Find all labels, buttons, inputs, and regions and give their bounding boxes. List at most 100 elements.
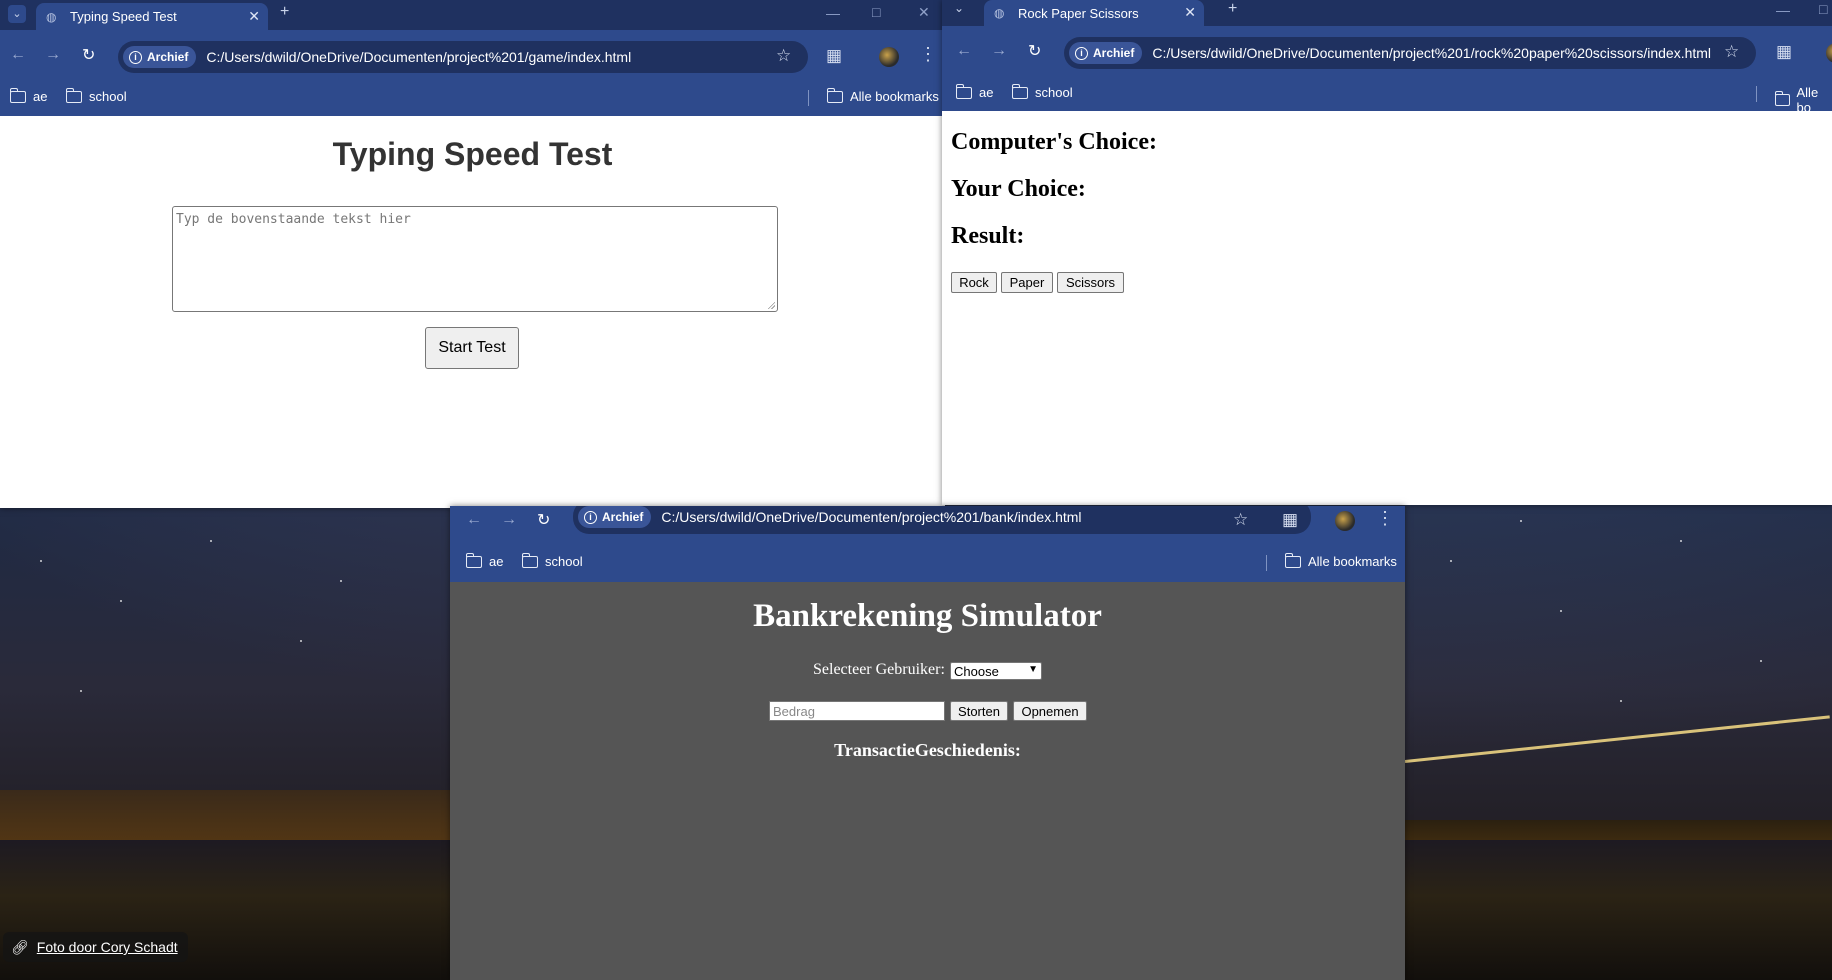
tab-search-icon[interactable]: ⌄ — [8, 5, 26, 23]
extensions-icon[interactable]: ▦ — [1282, 510, 1298, 530]
your-choice-heading: Your Choice: — [951, 176, 1086, 202]
extensions-icon[interactable]: ▦ — [826, 46, 842, 66]
deposit-button[interactable]: Storten — [950, 701, 1008, 721]
forward-icon[interactable]: → — [991, 42, 1007, 60]
forward-icon[interactable]: → — [45, 46, 61, 64]
new-tab-icon[interactable]: + — [1228, 0, 1237, 18]
photo-credit[interactable]: 🔗︎ Foto door Cory Schadt — [3, 932, 188, 962]
tab-typing-test[interactable]: ◍ Typing Speed Test ✕ — [36, 3, 268, 30]
typing-test-window: ⌄ ◍ Typing Speed Test ✕ + — □ ✕ ← → ↻ iA… — [0, 0, 945, 508]
folder-icon — [1774, 91, 1790, 106]
bookmarks-bar: ae school Alle bo — [942, 76, 1832, 115]
forward-icon[interactable]: → — [501, 511, 517, 529]
user-select[interactable]: Choose ▼ — [950, 662, 1042, 680]
bookmark-star-icon[interactable]: ☆ — [776, 46, 791, 66]
page-title: Typing Speed Test — [332, 136, 613, 172]
divider — [808, 90, 809, 106]
info-icon: i — [584, 510, 597, 524]
typing-page: Typing Speed Test Typ de bovenstaande te… — [0, 116, 945, 508]
page-title: Bankrekening Simulator — [753, 598, 1102, 634]
folder-icon — [1011, 83, 1028, 99]
browser-toolbar: ← → ↻ i Archief C:/Users/dwild/OneDrive/D… — [0, 30, 945, 116]
start-test-button[interactable]: Start Test — [425, 327, 519, 369]
typing-textarea[interactable]: Typ de bovenstaande tekst hier — [172, 206, 778, 312]
result-heading: Result: — [951, 223, 1025, 249]
site-info-chip[interactable]: i Archief — [578, 506, 652, 528]
menu-icon[interactable]: ⋮ — [1376, 508, 1394, 529]
extensions-icon[interactable]: ▦ — [1776, 42, 1792, 62]
tab-close-icon[interactable]: ✕ — [1184, 4, 1196, 21]
close-window-icon[interactable]: ✕ — [918, 4, 930, 21]
back-icon[interactable]: ← — [10, 46, 26, 64]
site-info-chip[interactable]: i Archief — [1069, 42, 1143, 64]
tab-close-icon[interactable]: ✕ — [248, 8, 260, 25]
profile-avatar[interactable] — [1826, 43, 1832, 63]
tab-rps[interactable]: ◍ Rock Paper Scissors ✕ — [984, 0, 1204, 26]
link-icon: 🔗︎ — [11, 938, 29, 955]
reload-icon[interactable]: ↻ — [82, 45, 95, 65]
browser-toolbar: ← → ↻ i Archief C:/Users/dwild/OneDrive/D… — [942, 26, 1832, 115]
rps-window: ⌄ ◍ Rock Paper Scissors ✕ + — □ ← → ↻ iA… — [942, 0, 1832, 505]
maximize-icon[interactable]: □ — [1819, 1, 1827, 17]
bookmark-ae[interactable]: ae — [465, 552, 503, 569]
select-user-label: Selecteer Gebruiker: — [813, 661, 945, 678]
bank-window: ← → ↻ i Archief C:/Users/dwild/OneDrive/D… — [450, 506, 1405, 980]
minimize-icon[interactable]: — — [826, 5, 840, 21]
bookmark-school[interactable]: school — [1011, 83, 1073, 100]
address-bar[interactable]: i Archief C:/Users/dwild/OneDrive/Documen… — [1064, 37, 1756, 69]
profile-avatar[interactable] — [1335, 511, 1355, 531]
profile-avatar[interactable] — [879, 47, 899, 67]
all-bookmarks[interactable]: Alle bookmarks — [1284, 552, 1397, 569]
minimize-icon[interactable]: — — [1776, 2, 1790, 18]
all-bookmarks[interactable]: Alle bookmarks — [826, 87, 939, 104]
site-info-chip[interactable]: i Archief — [123, 46, 197, 68]
folder-icon — [465, 552, 482, 568]
divider — [1756, 86, 1757, 102]
chevron-down-icon: ▼ — [1028, 664, 1038, 675]
address-bar[interactable]: i Archief C:/Users/dwild/OneDrive/Documen… — [573, 506, 1311, 534]
bookmark-star-icon[interactable]: ☆ — [1724, 42, 1739, 62]
tab-title: Typing Speed Test — [70, 9, 177, 24]
back-icon[interactable]: ← — [956, 42, 972, 60]
bookmarks-bar: ae school Alle bookmarks — [0, 80, 945, 116]
folder-icon — [521, 552, 538, 568]
folder-icon — [826, 87, 843, 103]
back-icon[interactable]: ← — [466, 511, 482, 529]
bookmark-school[interactable]: school — [521, 552, 583, 569]
bank-page: Bankrekening Simulator Selecteer Gebruik… — [450, 582, 1405, 980]
resize-handle[interactable] — [767, 301, 775, 309]
new-tab-icon[interactable]: + — [280, 3, 289, 21]
reload-icon[interactable]: ↻ — [537, 510, 550, 530]
globe-icon: ◍ — [46, 9, 57, 24]
withdraw-button[interactable]: Opnemen — [1013, 701, 1087, 721]
globe-icon: ◍ — [994, 6, 1005, 20]
info-icon: i — [129, 50, 142, 64]
reload-icon[interactable]: ↻ — [1028, 41, 1041, 61]
divider — [1266, 555, 1267, 571]
bookmark-ae[interactable]: ae — [9, 87, 47, 104]
computer-choice-heading: Computer's Choice: — [951, 129, 1157, 155]
url-text: C:/Users/dwild/OneDrive/Documenten/proje… — [661, 509, 1082, 525]
address-bar[interactable]: i Archief C:/Users/dwild/OneDrive/Documen… — [118, 41, 808, 73]
folder-icon — [65, 87, 82, 103]
tab-strip: ⌄ ◍ Rock Paper Scissors ✕ + — □ — [942, 0, 1832, 26]
folder-icon — [955, 83, 972, 99]
folder-icon — [9, 87, 26, 103]
amount-input[interactable]: Bedrag — [769, 701, 945, 721]
tab-title: Rock Paper Scissors — [1018, 5, 1139, 21]
tab-strip: ⌄ ◍ Typing Speed Test ✕ + — □ ✕ — [0, 0, 945, 30]
maximize-icon[interactable]: □ — [872, 4, 880, 20]
menu-icon[interactable]: ⋮ — [919, 44, 937, 65]
bookmark-school[interactable]: school — [65, 87, 127, 104]
bookmark-ae[interactable]: ae — [955, 83, 993, 100]
bookmark-star-icon[interactable]: ☆ — [1233, 510, 1248, 530]
rock-button[interactable]: Rock — [951, 272, 997, 293]
url-text: C:/Users/dwild/OneDrive/Documenten/proje… — [206, 49, 632, 65]
scissors-button[interactable]: Scissors — [1057, 272, 1124, 293]
paper-button[interactable]: Paper — [1001, 272, 1053, 293]
url-text: C:/Users/dwild/OneDrive/Documenten/proje… — [1152, 45, 1712, 61]
tab-search-icon[interactable]: ⌄ — [954, 1, 964, 15]
folder-icon — [1284, 552, 1301, 568]
rps-page: Computer's Choice: Your Choice: Result: … — [942, 111, 1832, 505]
bookmarks-bar: ae school Alle bookmarks — [450, 542, 1405, 582]
